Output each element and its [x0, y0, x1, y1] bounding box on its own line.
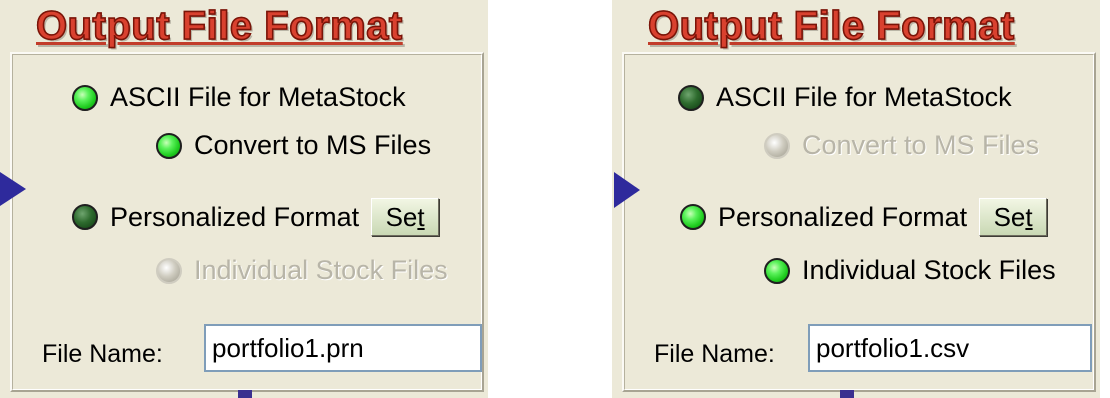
ascii-option[interactable]: ASCII File for MetaStock — [678, 82, 1012, 113]
pointer-arrow-icon — [614, 172, 640, 208]
ascii-option-label: ASCII File for MetaStock — [110, 82, 406, 112]
set-button[interactable]: Se t — [979, 198, 1048, 236]
output-format-panel-right: Output File Format ASCII File for MetaSt… — [612, 0, 1100, 398]
led-on-icon — [764, 257, 790, 284]
output-format-panel-left: Output File Format ASCII File for MetaSt… — [0, 0, 488, 398]
convert-option-label: Convert to MS Files — [802, 130, 1040, 160]
individual-files-option-label: Individual Stock Files — [194, 255, 448, 285]
panel-title: Output File Format — [647, 3, 1015, 49]
connector-tick — [238, 390, 252, 398]
individual-files-option[interactable]: Individual Stock Files — [764, 255, 1056, 286]
personalized-option-label: Personalized Format — [718, 201, 968, 232]
led-off-icon — [678, 84, 704, 111]
individual-files-option[interactable]: Individual Stock Files — [156, 255, 448, 286]
file-name-label: File Name: — [42, 340, 163, 368]
personalized-option[interactable]: Personalized Format Se t — [72, 198, 440, 236]
file-name-label: File Name: — [654, 340, 775, 368]
led-on-icon — [72, 84, 98, 111]
convert-option-label: Convert to MS Files — [194, 130, 432, 160]
led-on-icon — [156, 132, 182, 159]
personalized-option-label: Personalized Format — [110, 201, 360, 232]
connector-tick — [840, 390, 854, 398]
ascii-option-label: ASCII File for MetaStock — [716, 82, 1012, 112]
convert-option[interactable]: Convert to MS Files — [764, 130, 1039, 161]
file-name-input[interactable] — [808, 324, 1092, 372]
led-on-icon — [680, 204, 706, 230]
set-button[interactable]: Se t — [371, 198, 440, 236]
led-disabled-icon — [156, 257, 182, 284]
file-name-input[interactable] — [204, 324, 482, 372]
panel-title: Output File Format — [35, 3, 403, 49]
pointer-arrow-icon — [0, 172, 26, 206]
personalized-option[interactable]: Personalized Format Se t — [680, 198, 1048, 236]
convert-option[interactable]: Convert to MS Files — [156, 130, 431, 161]
led-off-icon — [72, 204, 98, 230]
individual-files-option-label: Individual Stock Files — [802, 255, 1056, 285]
ascii-option[interactable]: ASCII File for MetaStock — [72, 82, 406, 113]
led-disabled-icon — [764, 132, 790, 159]
